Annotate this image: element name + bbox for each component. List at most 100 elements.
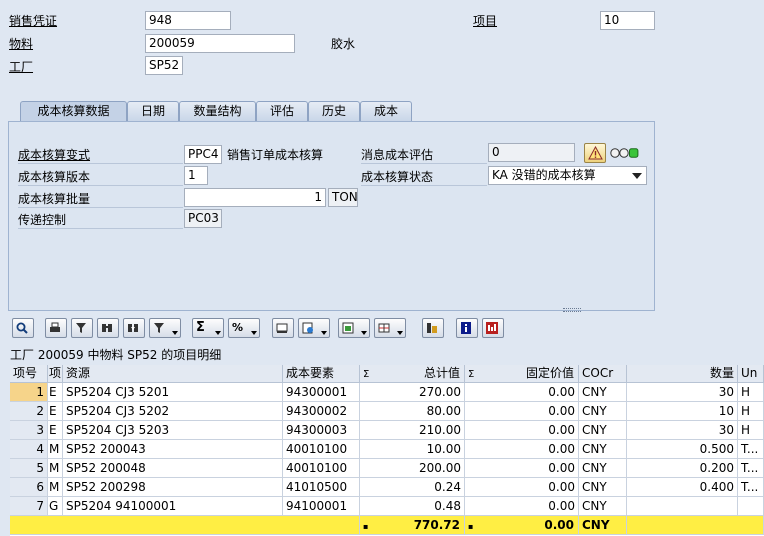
message-log-button[interactable] [584, 143, 606, 163]
row-cost-element: 94300002 [283, 402, 360, 421]
total-row-fixed: ▪ 0.00 [465, 516, 579, 535]
row-fixed-value: 0.00 [465, 459, 579, 478]
itemization-grid: 项号 项 资源 成本要素 Σ 总计值 Σ 固定价值 COCr 数量 Un 1ES… [10, 365, 764, 536]
grid-toolbar: Σ % [8, 316, 756, 340]
row-total-value: 10.00 [360, 440, 465, 459]
print-icon [50, 322, 60, 332]
export-button[interactable] [298, 318, 330, 338]
col-header-cost-element[interactable]: 成本要素 [283, 365, 360, 383]
row-number[interactable]: 5 [10, 459, 48, 478]
row-fixed-value: 0.00 [465, 478, 579, 497]
col-header-resource[interactable]: 资源 [63, 365, 283, 383]
variant-label: 成本核算变式 [18, 148, 91, 162]
messages-field: 0 [488, 143, 575, 162]
material-label: 物料 [9, 37, 34, 51]
subtotal-button[interactable]: % [228, 318, 260, 338]
row-number[interactable]: 3 [10, 421, 48, 440]
row-total-value: 200.00 [360, 459, 465, 478]
status-label: 成本核算状态 [361, 170, 434, 184]
subtotal-icon: % [232, 321, 244, 334]
version-field[interactable]: 1 [184, 166, 208, 185]
col-header-unit[interactable]: Un [738, 365, 764, 383]
row-currency: CNY [579, 440, 627, 459]
variant-row-line [18, 163, 183, 164]
row-unit [738, 497, 764, 516]
total-value: 770.72 [413, 518, 460, 532]
row-unit: T... [738, 440, 764, 459]
print-preview-button[interactable] [272, 318, 294, 338]
dropdown-arrow-icon [251, 331, 257, 335]
row-cost-element: 94100001 [283, 497, 360, 516]
tab-dates[interactable]: 日期 [127, 101, 179, 121]
find-button[interactable] [97, 318, 119, 338]
col-header-cocr[interactable]: COCr [579, 365, 627, 383]
total-marker: ▪ [468, 522, 474, 531]
row-number[interactable]: 6 [10, 478, 48, 497]
chevron-down-icon [632, 173, 642, 179]
grid-layout-button[interactable] [374, 318, 406, 338]
row-quantity: 0.400 [627, 478, 738, 497]
status-select[interactable]: KA 没错的成本核算 [488, 166, 647, 185]
col-header-quantity[interactable]: 数量 [627, 365, 738, 383]
layout-icon [342, 322, 354, 334]
col-header-fixed-value[interactable]: Σ 固定价值 [465, 365, 579, 383]
sum-button[interactable]: Σ [192, 318, 224, 338]
hierarchy-icon [427, 323, 437, 333]
col-header-fixed-value-label: 固定价值 [525, 366, 574, 380]
row-number[interactable]: 7 [10, 497, 48, 516]
col-header-total-value[interactable]: Σ 总计值 [360, 365, 465, 383]
row-category: G [48, 497, 63, 516]
hierarchy-button[interactable] [422, 318, 444, 338]
row-resource: SP52 200048 [63, 459, 283, 478]
row-quantity: 30 [627, 383, 738, 402]
filter-button[interactable] [71, 318, 93, 338]
grid-title: 工厂 200059 中物料 SP52 的项目明细 [10, 348, 222, 362]
info-icon [461, 322, 471, 334]
col-header-category[interactable]: 项 [48, 365, 63, 383]
tab-history[interactable]: 历史 [308, 101, 360, 121]
tab-costing-data[interactable]: 成本核算数据 [20, 101, 127, 122]
export-icon [302, 322, 313, 334]
print-button[interactable] [45, 318, 67, 338]
plant-field[interactable]: SP52 [145, 56, 183, 75]
row-quantity: 0.200 [627, 459, 738, 478]
status-row-line [361, 185, 487, 186]
row-total-value: 0.48 [360, 497, 465, 516]
lotsize-row-line [18, 207, 183, 208]
row-resource: SP5204 CJ3 5201 [63, 383, 283, 402]
row-quantity: 0.500 [627, 440, 738, 459]
tab-qty-structure[interactable]: 数量结构 [179, 101, 256, 121]
row-unit: T... [738, 478, 764, 497]
row-resource: SP52 200043 [63, 440, 283, 459]
row-fixed-value: 0.00 [465, 497, 579, 516]
row-number[interactable]: 1 [10, 383, 48, 402]
total-row-label [10, 516, 360, 535]
filter-icon [76, 323, 86, 333]
material-field[interactable]: 200059 [145, 34, 295, 53]
tab-valuation[interactable]: 评估 [256, 101, 308, 121]
item-field[interactable]: 10 [600, 11, 655, 30]
layout-button[interactable] [338, 318, 370, 338]
lotsize-field[interactable]: 1 [184, 188, 326, 207]
sort-button[interactable] [123, 318, 145, 338]
version-label: 成本核算版本 [18, 170, 91, 184]
abc-analysis-button[interactable] [482, 318, 504, 338]
details-button[interactable] [12, 318, 34, 338]
sort-filter-button[interactable] [149, 318, 181, 338]
find-icon [102, 324, 112, 332]
dropdown-arrow-icon [215, 331, 221, 335]
details-icon [16, 322, 28, 334]
sales-doc-label: 销售凭证 [9, 14, 58, 28]
variant-field[interactable]: PPC4 [184, 145, 222, 164]
row-number[interactable]: 2 [10, 402, 48, 421]
row-number[interactable]: 4 [10, 440, 48, 459]
tab-costs[interactable]: 成本 [360, 101, 412, 121]
row-resource: SP5204 CJ3 5202 [63, 402, 283, 421]
info-button[interactable] [456, 318, 478, 338]
splitter-handle[interactable] [563, 308, 581, 312]
col-header-item-no[interactable]: 项号 [10, 365, 48, 383]
sales-doc-field[interactable]: 948 [145, 11, 231, 30]
total-currency: CNY [579, 516, 627, 535]
row-currency: CNY [579, 402, 627, 421]
version-row-line [18, 185, 183, 186]
